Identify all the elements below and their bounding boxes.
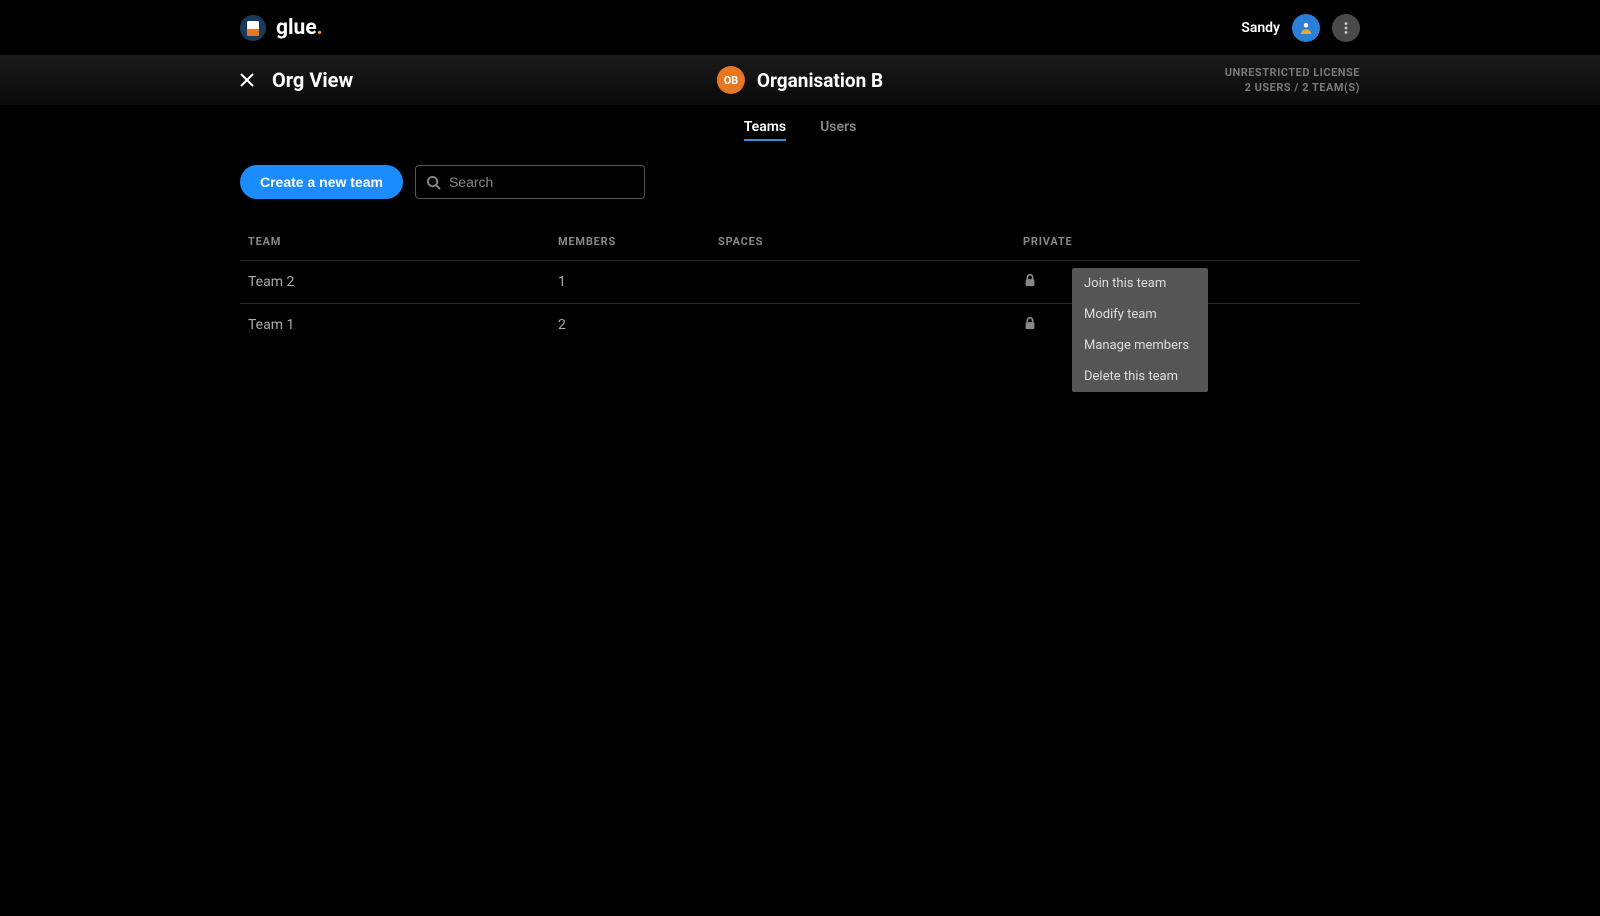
search-input[interactable] bbox=[449, 174, 634, 190]
menu-modify-team[interactable]: Modify team bbox=[1072, 299, 1208, 330]
menu-manage-members[interactable]: Manage members bbox=[1072, 330, 1208, 361]
search-icon bbox=[426, 175, 441, 190]
create-team-button[interactable]: Create a new team bbox=[240, 165, 403, 199]
col-members: MEMBERS bbox=[558, 235, 718, 248]
lock-icon bbox=[1023, 316, 1037, 330]
col-spaces: SPACES bbox=[718, 235, 1023, 248]
license-info: UNRESTRICTED LICENSE 2 USERS / 2 TEAM(S) bbox=[1225, 65, 1360, 96]
org-name: Organisation B bbox=[757, 69, 883, 92]
page-title: Org View bbox=[272, 68, 353, 92]
cell-members: 1 bbox=[558, 274, 718, 290]
username-label: Sandy bbox=[1241, 20, 1280, 36]
cell-team: Team 2 bbox=[248, 274, 558, 290]
search-field[interactable] bbox=[415, 165, 645, 199]
glue-logo-icon bbox=[240, 15, 266, 41]
tab-teams[interactable]: Teams bbox=[744, 119, 786, 141]
close-icon[interactable] bbox=[240, 73, 254, 87]
menu-delete-team[interactable]: Delete this team bbox=[1072, 361, 1208, 392]
org-badge: OB bbox=[717, 66, 745, 94]
tab-users[interactable]: Users bbox=[820, 119, 856, 141]
brand-logo[interactable]: glue. bbox=[240, 15, 323, 41]
brand-name: glue. bbox=[276, 16, 323, 40]
row-context-menu: Join this team Modify team Manage member… bbox=[1072, 268, 1208, 392]
col-private: PRIVATE bbox=[1023, 235, 1188, 248]
menu-join-team[interactable]: Join this team bbox=[1072, 268, 1208, 299]
lock-icon bbox=[1023, 273, 1037, 287]
user-avatar[interactable] bbox=[1292, 14, 1320, 42]
cell-members: 2 bbox=[558, 317, 718, 333]
cell-team: Team 1 bbox=[248, 317, 558, 333]
top-more-button[interactable] bbox=[1332, 14, 1360, 42]
col-team: TEAM bbox=[248, 235, 558, 248]
